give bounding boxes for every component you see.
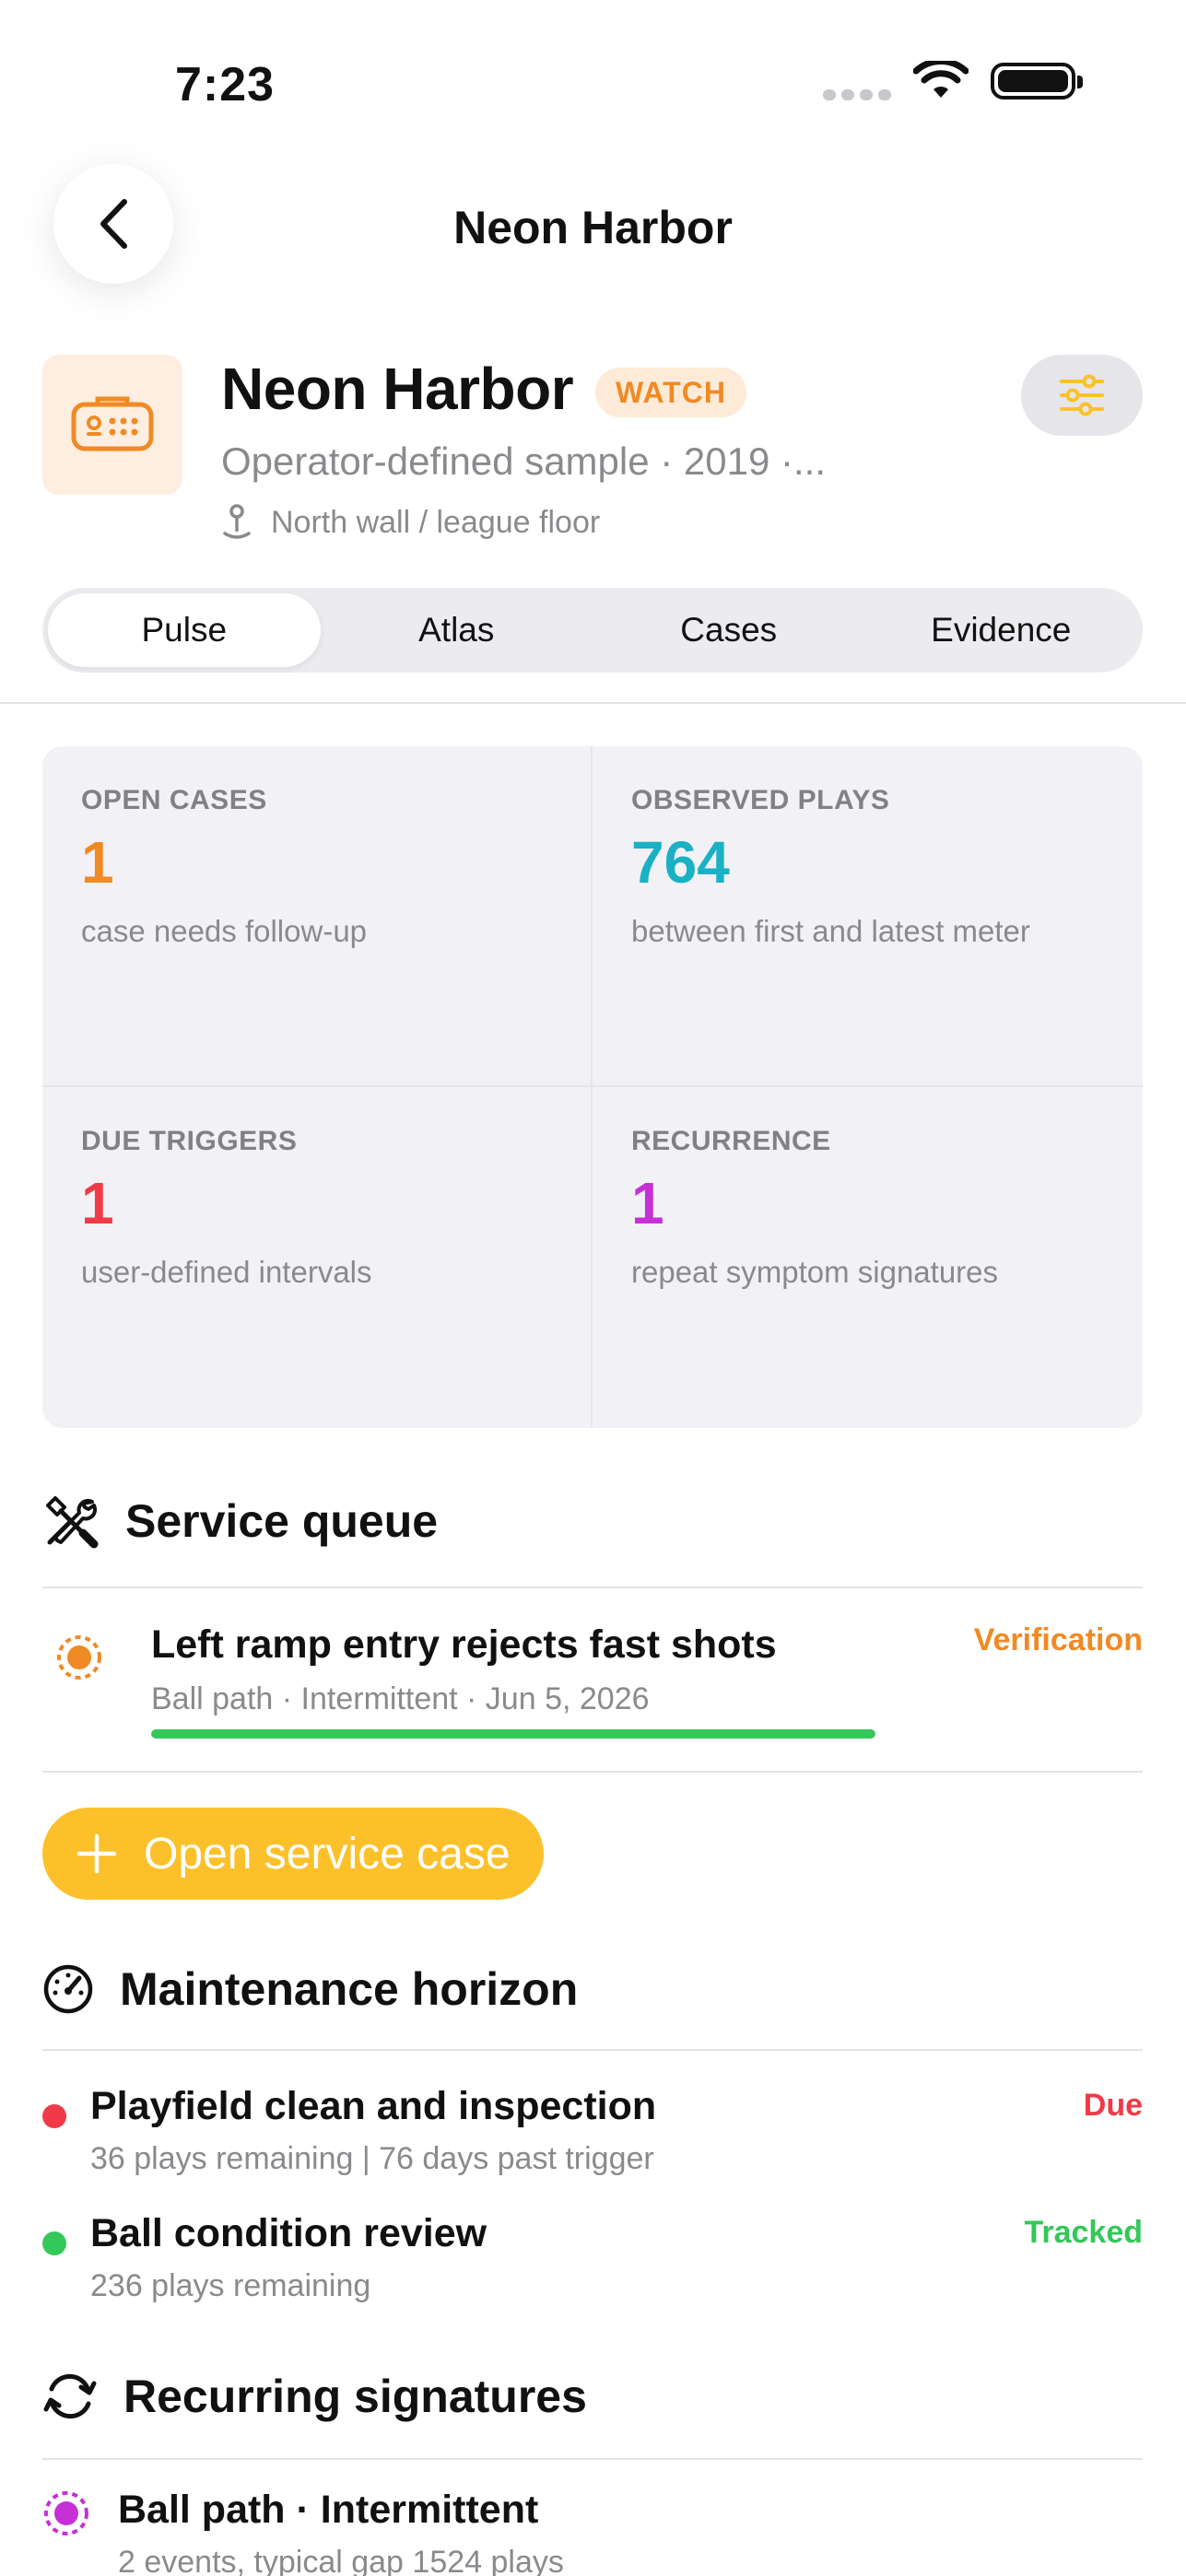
segmented-tabs: Pulse Atlas Cases Evidence [42, 588, 1143, 673]
status-bar: 7:23 [0, 0, 1186, 166]
filter-settings-button[interactable] [1021, 355, 1143, 436]
sliders-icon [1060, 374, 1104, 416]
tab-evidence[interactable]: Evidence [865, 593, 1138, 667]
stat-caption: between first and latest meter [631, 914, 1030, 948]
stat-observed-plays: OBSERVED PLAYS 764 between first and lat… [593, 746, 1143, 1087]
section-title: Maintenance horizon [120, 1963, 579, 2015]
maintenance-title: Playfield clean and inspection [90, 2084, 657, 2128]
stat-open-cases: OPEN CASES 1 case needs follow-up [42, 746, 593, 1087]
repeat-icon [43, 2373, 97, 2419]
stat-value: 1 [81, 1170, 114, 1236]
divider [42, 1771, 1143, 1773]
maintenance-item[interactable]: Playfield clean and inspection 36 plays … [42, 2084, 1143, 2195]
machine-name: Neon Harbor [221, 356, 574, 422]
divider [42, 2049, 1143, 2051]
nav-title: Neon Harbor [453, 202, 733, 253]
service-queue-header: Service queue [42, 1493, 438, 1550]
status-indicators [823, 61, 1083, 101]
signature-meta: 2 events, typical gap 1524 plays [118, 2545, 564, 2576]
tab-cases[interactable]: Cases [593, 593, 865, 667]
stat-value: 764 [631, 829, 730, 896]
case-meta: Ball path · Intermittent · Jun 5, 2026 [151, 1681, 650, 1716]
machine-tile [42, 355, 182, 495]
tab-atlas[interactable]: Atlas [321, 593, 593, 667]
stat-value: 1 [631, 1170, 664, 1236]
section-title: Recurring signatures [123, 2371, 587, 2422]
location-pin-icon [223, 504, 251, 539]
stat-due-triggers: DUE TRIGGERS 1 user-defined intervals [42, 1087, 593, 1428]
machine-subtitle: Operator-defined sample · 2019 ·... [221, 439, 827, 483]
in-progress-status-icon [57, 1635, 101, 1680]
stat-label: DUE TRIGGERS [81, 1126, 298, 1156]
stat-caption: user-defined intervals [81, 1255, 372, 1289]
status-time: 7:23 [175, 58, 276, 111]
gauge-icon [43, 1964, 93, 2014]
plus-icon [76, 1833, 117, 1874]
case-title: Left ramp entry rejects fast shots [151, 1622, 777, 1667]
case-progress-fill [151, 1729, 875, 1739]
recurring-header: Recurring signatures [42, 2370, 587, 2423]
maintenance-status: Due [1083, 2088, 1143, 2123]
maintenance-meta: 36 plays remaining | 76 days past trigge… [90, 2141, 654, 2176]
divider [0, 702, 1186, 704]
recurring-status-icon [44, 2491, 88, 2535]
cellular-signal-icon [823, 89, 891, 100]
stat-value: 1 [81, 829, 114, 896]
machine-location: North wall / league floor [221, 504, 600, 541]
maintenance-status: Tracked [1024, 2215, 1143, 2250]
service-case-row[interactable]: Left ramp entry rejects fast shots Ball … [42, 1589, 1143, 1769]
maintenance-meta: 236 plays remaining [90, 2268, 371, 2303]
case-progress-bar [151, 1729, 875, 1739]
stat-caption: repeat symptom signatures [631, 1255, 999, 1289]
case-status: Verification [973, 1622, 1143, 1657]
status-badge: WATCH [595, 368, 746, 417]
battery-icon [991, 63, 1083, 100]
location-label: North wall / league floor [271, 504, 601, 540]
open-service-case-button[interactable]: Open service case [42, 1808, 544, 1900]
stats-grid: OPEN CASES 1 case needs follow-up OBSERV… [42, 746, 1143, 1428]
machine-header: Neon Harbor WATCH Operator-defined sampl… [42, 355, 1143, 548]
stat-recurrence: RECURRENCE 1 repeat symptom signatures [593, 1087, 1143, 1428]
tools-icon [46, 1496, 99, 1549]
button-label: Open service case [144, 1829, 511, 1879]
nav-bar: Neon Harbor [0, 164, 1186, 293]
stat-caption: case needs follow-up [81, 914, 368, 948]
section-title: Service queue [125, 1495, 439, 1547]
maintenance-header: Maintenance horizon [42, 1962, 578, 2016]
wifi-icon [913, 61, 969, 98]
tab-pulse[interactable]: Pulse [48, 593, 321, 667]
maintenance-item[interactable]: Ball condition review 236 plays remainin… [42, 2211, 1143, 2322]
stat-label: RECURRENCE [631, 1126, 831, 1156]
maintenance-title: Ball condition review [90, 2211, 487, 2255]
divider [42, 1587, 1143, 1588]
divider [42, 2458, 1143, 2460]
arcade-cabinet-icon [71, 396, 154, 451]
stat-label: OBSERVED PLAYS [631, 785, 890, 815]
status-dot [42, 2231, 66, 2255]
signature-title: Ball path · Intermittent [118, 2488, 539, 2532]
stat-label: OPEN CASES [81, 785, 267, 815]
status-dot [42, 2104, 66, 2128]
recurring-signature-item[interactable]: Ball path · Intermittent 2 events, typic… [42, 2488, 1143, 2576]
